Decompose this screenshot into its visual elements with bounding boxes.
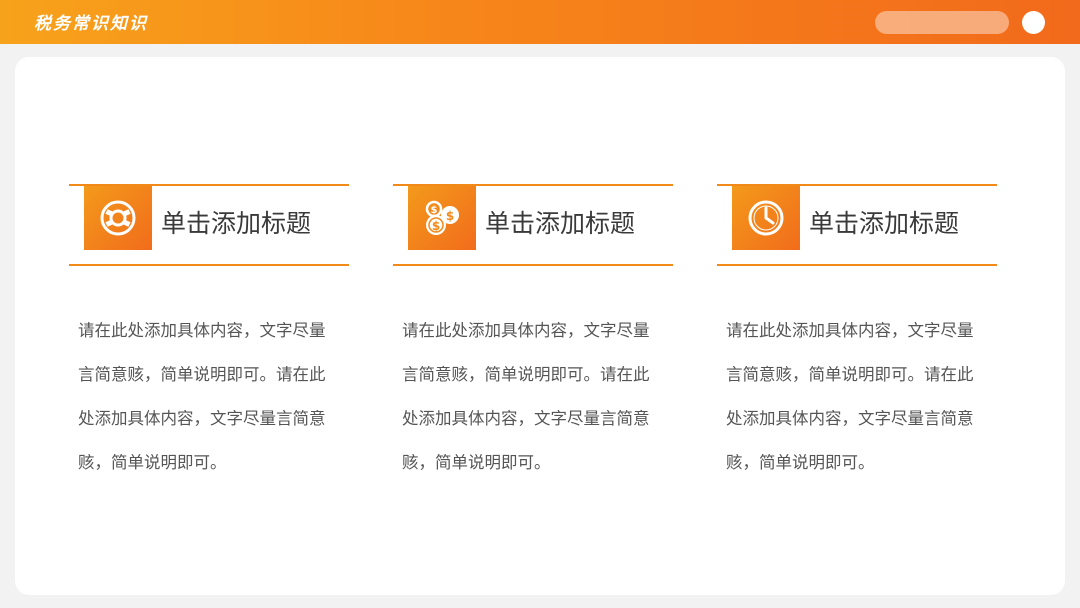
coins-icon: $ $ $	[408, 186, 476, 250]
content-card: 单击添加标题 请在此处添加具体内容，文字尽量言简意赅，简单说明即可。请在此处添加…	[15, 57, 1065, 595]
header-decorative-pill	[875, 11, 1009, 34]
column-title[interactable]: 单击添加标题	[161, 204, 311, 240]
feature-column-3: 单击添加标题 请在此处添加具体内容，文字尽量言简意赅，简单说明即可。请在此处添加…	[717, 184, 997, 472]
column-title[interactable]: 单击添加标题	[809, 204, 959, 240]
column-body-text[interactable]: 请在此处添加具体内容，文字尽量言简意赅，简单说明即可。请在此处添加具体内容，文字…	[78, 309, 334, 485]
feature-column-1: 单击添加标题 请在此处添加具体内容，文字尽量言简意赅，简单说明即可。请在此处添加…	[69, 184, 349, 472]
svg-text:$: $	[431, 205, 438, 216]
column-header: $ $ $ 单击添加标题	[393, 184, 673, 266]
lifebuoy-icon	[84, 186, 152, 250]
svg-text:$: $	[432, 219, 440, 233]
header-bar: 税务常识知识	[0, 0, 1080, 44]
clock-icon	[732, 186, 800, 250]
header-title: 税务常识知识	[34, 14, 148, 34]
column-header: 单击添加标题	[69, 184, 349, 266]
column-body-text[interactable]: 请在此处添加具体内容，文字尽量言简意赅，简单说明即可。请在此处添加具体内容，文字…	[726, 309, 982, 485]
feature-column-2: $ $ $ 单击添加标题 请在此处添加具体内容，文字尽量言简意赅，简单说明即可。…	[393, 184, 673, 472]
column-title[interactable]: 单击添加标题	[485, 204, 635, 240]
header-decorative-dot	[1022, 11, 1045, 34]
column-header: 单击添加标题	[717, 184, 997, 266]
svg-text:$: $	[446, 209, 454, 223]
column-body-text[interactable]: 请在此处添加具体内容，文字尽量言简意赅，简单说明即可。请在此处添加具体内容，文字…	[402, 309, 658, 485]
